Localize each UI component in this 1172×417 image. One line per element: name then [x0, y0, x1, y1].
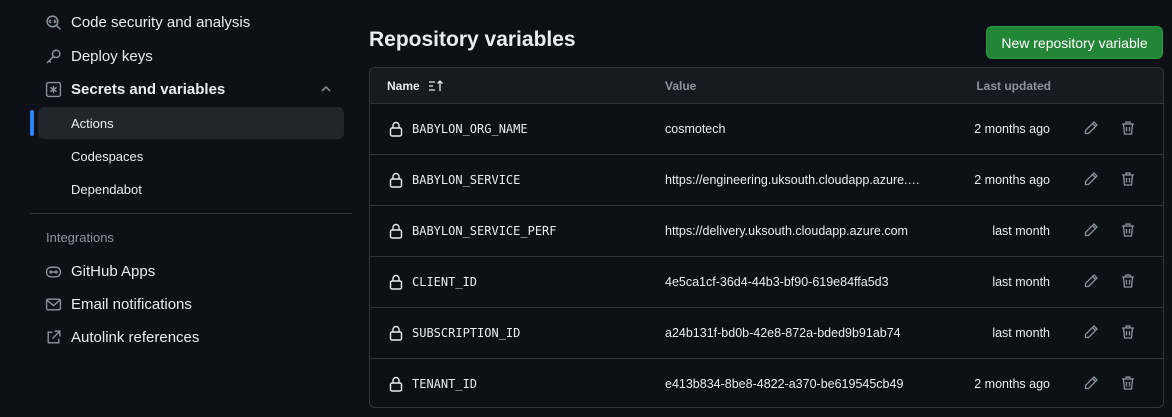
table-header: Name Value Last updated [370, 68, 1163, 104]
variable-last-updated: last month [992, 275, 1050, 289]
new-repository-variable-button[interactable]: New repository variable [986, 26, 1163, 59]
table-row: BABYLON_SERVICE https://engineering.uksou… [370, 155, 1163, 206]
sidebar-item-label: Code security and analysis [71, 13, 251, 31]
sidebar-item-deploy-keys[interactable]: Deploy keys [38, 40, 344, 72]
settings-sidebar: Code security and analysis Deploy keys S… [0, 0, 352, 417]
pencil-icon[interactable] [1083, 273, 1101, 291]
trash-icon[interactable] [1120, 324, 1138, 342]
sidebar-subitem-actions[interactable]: Actions [38, 107, 344, 139]
sidebar-subitem-dependabot[interactable]: Dependabot [38, 173, 344, 205]
variable-last-updated: 2 months ago [974, 122, 1050, 136]
trash-icon[interactable] [1120, 171, 1138, 189]
sort-ascending-icon[interactable] [428, 79, 444, 93]
lock-icon [389, 172, 403, 188]
sidebar-item-secrets-and-variables[interactable]: Secrets and variables [38, 73, 344, 105]
variable-name: BABYLON_SERVICE_PERF [412, 224, 557, 238]
lock-icon [389, 223, 403, 239]
pencil-icon[interactable] [1083, 222, 1101, 240]
sidebar-item-github-apps[interactable]: GitHub Apps [38, 255, 344, 287]
asterisk-icon [44, 80, 62, 98]
pencil-icon[interactable] [1083, 324, 1101, 342]
sidebar-item-label: Email notifications [71, 295, 192, 313]
trash-icon[interactable] [1120, 120, 1138, 138]
table-row: SUBSCRIPTION_ID a24b131f-bd0b-42e8-872a-b… [370, 308, 1163, 359]
table-row: BABYLON_ORG_NAME cosmotech 2 months ago [370, 104, 1163, 155]
variable-name: TENANT_ID [412, 377, 478, 391]
variable-value: 4e5ca1cf-36d4-44b3-bf90-619e84ffa5d3 [665, 275, 889, 289]
chevron-up-icon[interactable] [318, 81, 334, 97]
variable-last-updated: 2 months ago [974, 377, 1050, 391]
key-icon [44, 47, 62, 65]
pencil-icon[interactable] [1083, 375, 1101, 393]
variable-last-updated: 2 months ago [974, 173, 1050, 187]
variable-value: https://delivery.uksouth.cloudapp.azure.… [665, 224, 908, 238]
sidebar-subitem-label: Dependabot [71, 181, 142, 197]
sidebar-item-label: Autolink references [71, 328, 200, 346]
variable-last-updated: last month [992, 224, 1050, 238]
variable-name: CLIENT_ID [412, 275, 478, 289]
sidebar-subitem-label: Codespaces [71, 148, 144, 164]
trash-icon[interactable] [1120, 273, 1138, 291]
column-header-name[interactable]: Name [387, 79, 444, 93]
sidebar-subitem-codespaces[interactable]: Codespaces [38, 140, 344, 172]
trash-icon[interactable] [1120, 375, 1138, 393]
table-row: BABYLON_SERVICE_PERF https://delivery.uks… [370, 206, 1163, 257]
lock-icon [389, 274, 403, 290]
variable-value: https://engineering.uksouth.cloudapp.azu… [665, 173, 925, 187]
sidebar-item-autolink-references[interactable]: Autolink references [38, 321, 344, 353]
variable-value: cosmotech [665, 122, 726, 136]
column-header-name-label: Name [387, 79, 420, 93]
variable-name: BABYLON_SERVICE [412, 173, 521, 187]
sidebar-divider [30, 213, 352, 214]
table-row: TENANT_ID e413b834-8be8-4822-a370-be61954… [370, 359, 1163, 407]
variable-name: SUBSCRIPTION_ID [412, 326, 521, 340]
variable-value: a24b131f-bd0b-42e8-872a-bded9b91ab74 [665, 326, 901, 340]
sidebar-item-email-notifications[interactable]: Email notifications [38, 288, 344, 320]
variable-value: e413b834-8be8-4822-a370-be619545cb49 [665, 377, 904, 391]
pencil-icon[interactable] [1083, 120, 1101, 138]
link-external-icon [44, 328, 62, 346]
trash-icon[interactable] [1120, 222, 1138, 240]
table-row: CLIENT_ID 4e5ca1cf-36d4-44b3-bf90-619e84f… [370, 257, 1163, 308]
sidebar-item-label: Secrets and variables [71, 80, 226, 98]
variable-name: BABYLON_ORG_NAME [412, 122, 528, 136]
column-header-value: Value [665, 79, 697, 93]
page-title: Repository variables [369, 28, 576, 51]
sidebar-item-label: GitHub Apps [71, 262, 156, 280]
sidebar-item-label: Deploy keys [71, 47, 153, 65]
pencil-icon[interactable] [1083, 171, 1101, 189]
lock-icon [389, 121, 403, 137]
codescan-icon [44, 13, 62, 31]
variables-table: Name Value Last updated BABYLON_ORG_NAME… [369, 67, 1164, 408]
active-indicator [30, 110, 34, 136]
column-header-last-updated: Last updated [976, 79, 1051, 93]
lock-icon [389, 376, 403, 392]
sidebar-subitem-label: Actions [71, 115, 114, 131]
sidebar-item-code-security[interactable]: Code security and analysis [38, 6, 344, 38]
hubot-icon [44, 262, 62, 280]
variable-last-updated: last month [992, 326, 1050, 340]
lock-icon [389, 325, 403, 341]
section-heading-integrations: Integrations [46, 230, 114, 245]
mail-icon [44, 295, 62, 313]
